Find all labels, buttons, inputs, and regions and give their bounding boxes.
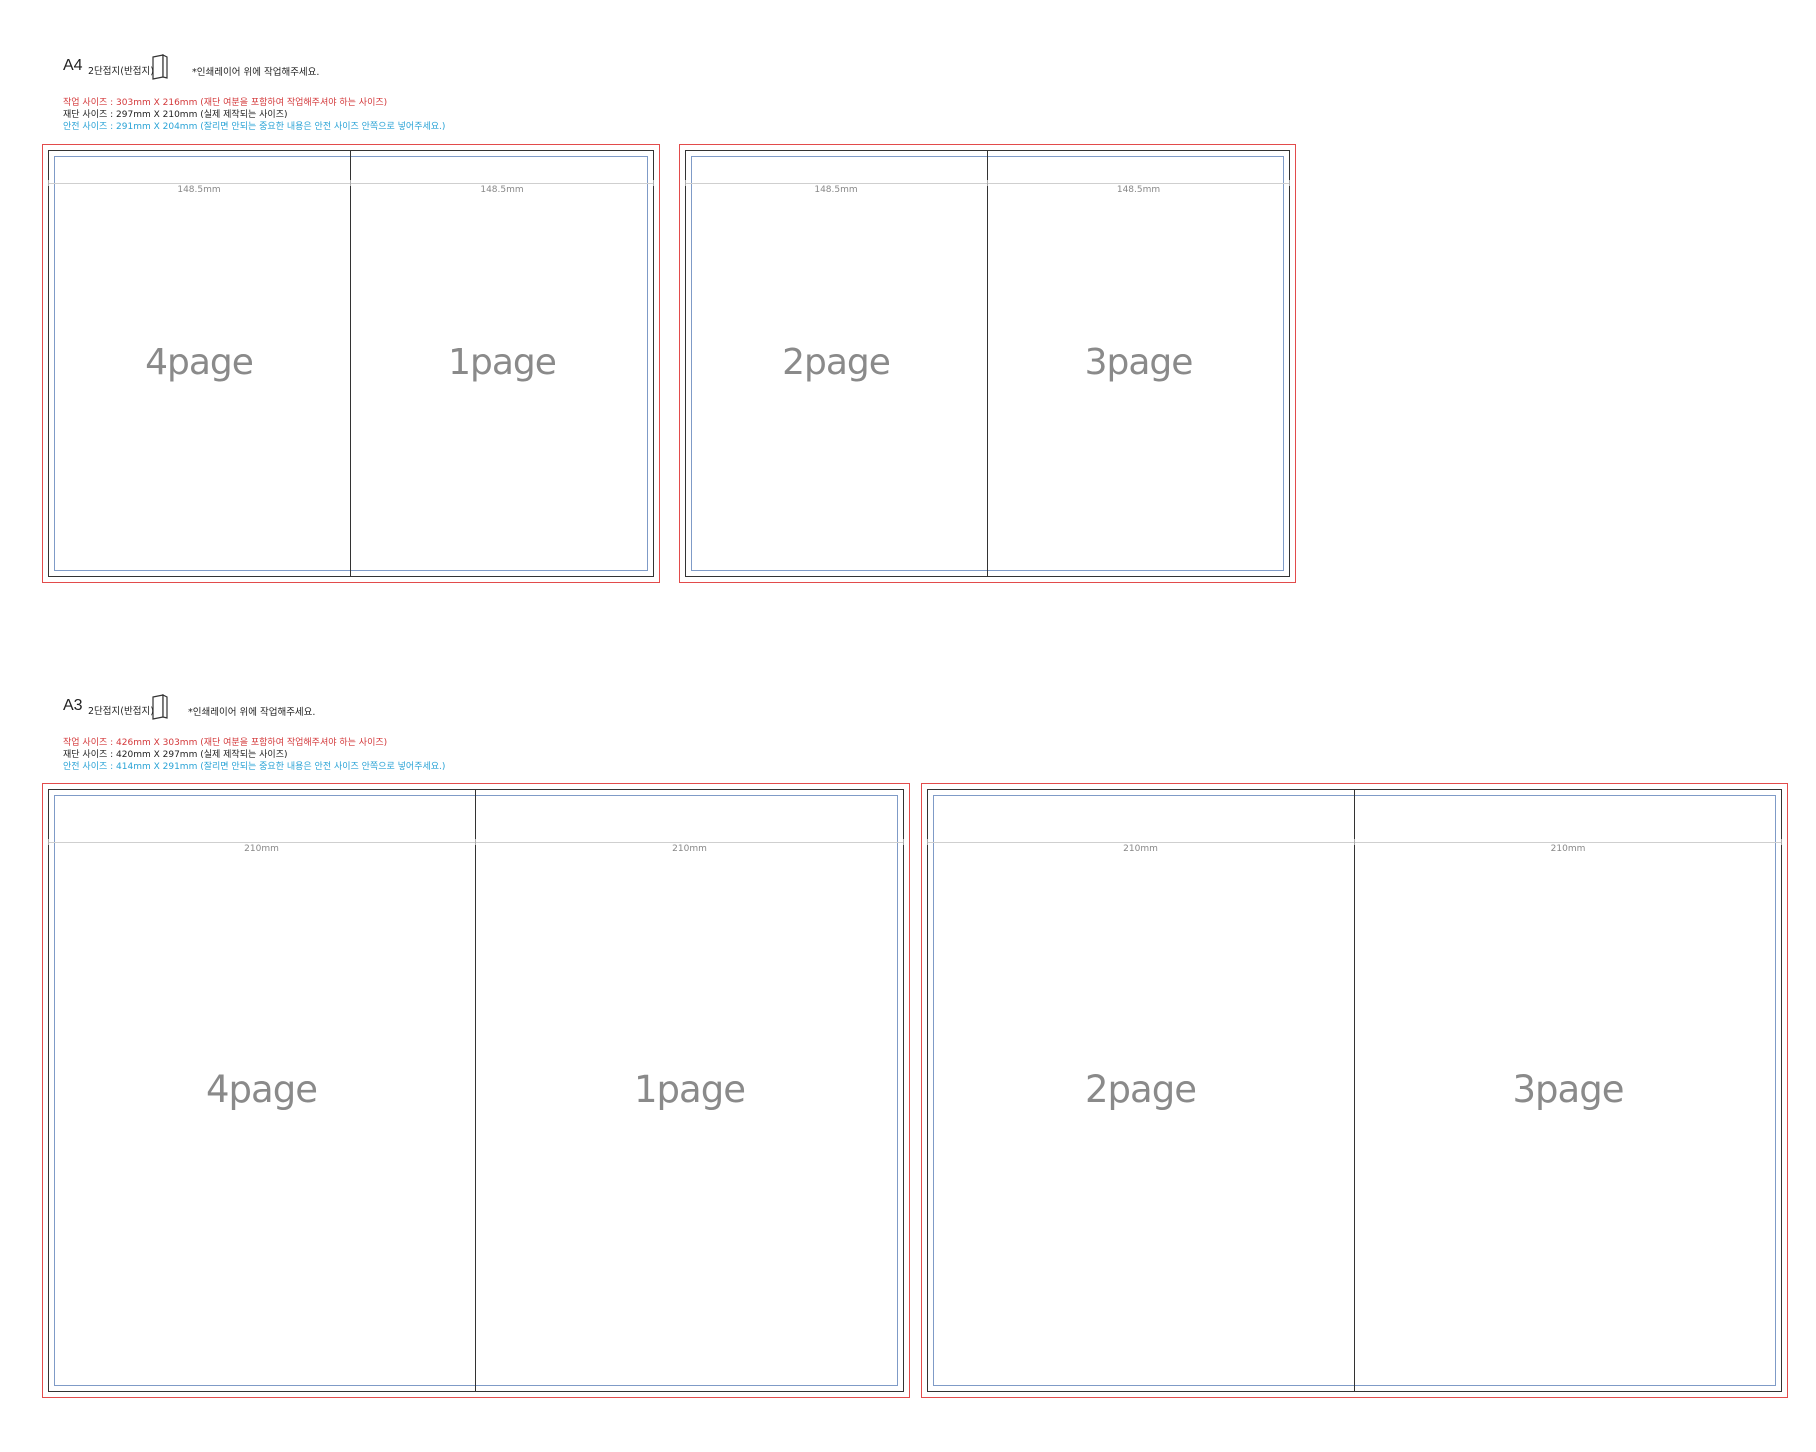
- page-label-right: 3page: [1512, 1068, 1625, 1111]
- a3-title: A3: [63, 697, 83, 714]
- a4-cut-desc: (실제 제작되는 사이즈): [200, 110, 288, 120]
- right-width-label: 148.5mm: [1116, 185, 1161, 195]
- a3-cut-size: 재단 사이즈 : 420mm X 297mm (실제 제작되는 사이즈): [63, 749, 287, 761]
- a3-work-label: 작업 사이즈 :: [63, 738, 114, 748]
- left-width-label: 148.5mm: [814, 185, 858, 195]
- a3-cut-label: 재단 사이즈 :: [63, 750, 114, 760]
- a3-note: *인쇄레이어 위에 작업해주세요.: [188, 707, 316, 718]
- a4-safe-desc: (잘리면 안되는 중요한 내용은 안전 사이즈 안쪽으로 넣어주세요.): [200, 122, 446, 132]
- page-label-left: 4page: [206, 1068, 318, 1111]
- a4-cut-label: 재단 사이즈 :: [63, 110, 114, 120]
- a4-work-desc: (재단 여분을 포함하여 작업해주셔야 하는 사이즈): [200, 98, 388, 108]
- page-label-left: 4page: [145, 342, 254, 383]
- a4-note: *인쇄레이어 위에 작업해주세요.: [192, 67, 320, 78]
- measure-line: [48, 842, 904, 843]
- page-label-right: 1page: [448, 342, 557, 383]
- a4-title: A4: [63, 57, 83, 74]
- folded-sheet-icon: [152, 54, 168, 80]
- a3-subtitle: 2단접지(반접지): [88, 706, 154, 717]
- right-width-label: 210mm: [1550, 844, 1586, 854]
- a4-safe-label: 안전 사이즈 :: [63, 122, 114, 132]
- a4-safe-value: 291mm X 204mm: [116, 122, 198, 132]
- a3-cut-value: 420mm X 297mm: [116, 750, 198, 760]
- right-width-label: 210mm: [672, 844, 707, 854]
- a3-safe-desc: (잘리면 안되는 중요한 내용은 안전 사이즈 안쪽으로 넣어주세요.): [200, 762, 446, 772]
- page-label-left: 2page: [782, 342, 891, 383]
- page-label-right: 3page: [1084, 342, 1194, 383]
- a4-cut-size: 재단 사이즈 : 297mm X 210mm (실제 제작되는 사이즈): [63, 109, 287, 121]
- a3-cut-desc: (실제 제작되는 사이즈): [200, 750, 288, 760]
- page-label-right: 1page: [634, 1068, 746, 1111]
- a4-work-label: 작업 사이즈 :: [63, 98, 114, 108]
- a3-safe-size: 안전 사이즈 : 414mm X 291mm (잘리면 안되는 중요한 내용은 …: [63, 761, 445, 773]
- a4-safe-size: 안전 사이즈 : 291mm X 204mm (잘리면 안되는 중요한 내용은 …: [63, 121, 445, 133]
- left-width-label: 210mm: [1123, 844, 1158, 854]
- a3-work-desc: (재단 여분을 포함하여 작업해주셔야 하는 사이즈): [200, 738, 388, 748]
- right-width-label: 148.5mm: [480, 185, 524, 195]
- a3-safe-label: 안전 사이즈 :: [63, 762, 114, 772]
- measure-line: [48, 183, 654, 184]
- a4-work-value: 303mm X 216mm: [116, 98, 198, 108]
- a4-cut-value: 297mm X 210mm: [116, 110, 198, 120]
- a3-work-value: 426mm X 303mm: [116, 738, 198, 748]
- a4-subtitle: 2단접지(반접지): [88, 66, 154, 77]
- a3-work-size: 작업 사이즈 : 426mm X 303mm (재단 여분을 포함하여 작업해주…: [63, 737, 387, 749]
- folded-sheet-icon: [152, 694, 168, 720]
- page-label-left: 2page: [1085, 1068, 1197, 1111]
- a4-work-size: 작업 사이즈 : 303mm X 216mm (재단 여분을 포함하여 작업해주…: [63, 97, 387, 109]
- left-width-label: 210mm: [244, 844, 279, 854]
- a3-safe-value: 414mm X 291mm: [116, 762, 198, 772]
- left-width-label: 148.5mm: [177, 185, 221, 195]
